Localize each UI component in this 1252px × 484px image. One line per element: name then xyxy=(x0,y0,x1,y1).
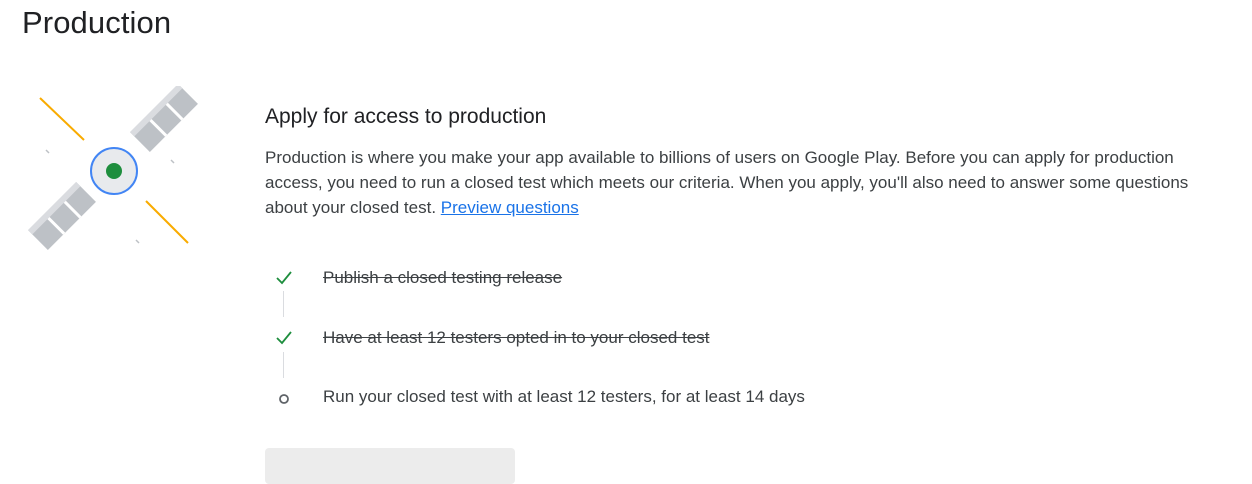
checklist-item-label: Run your closed test with at least 12 te… xyxy=(323,387,805,406)
checklist-item-label: Have at least 12 testers opted in to you… xyxy=(323,328,710,347)
section-title: Apply for access to production xyxy=(265,105,547,128)
satellite-icon xyxy=(28,84,198,250)
satellite-illustration xyxy=(22,84,202,256)
apply-button[interactable] xyxy=(265,448,515,484)
check-icon xyxy=(274,267,294,287)
circle-icon xyxy=(274,386,294,406)
checklist-item: Have at least 12 testers opted in to you… xyxy=(265,324,1165,354)
checklist-item-label: Publish a closed testing release xyxy=(323,268,563,287)
apply-section: Apply for access to production Productio… xyxy=(265,105,1225,220)
page-title: Production xyxy=(22,5,172,40)
checklist-item: Publish a closed testing release xyxy=(265,264,1165,294)
step-connector xyxy=(283,352,284,378)
requirements-checklist: Publish a closed testing release Have at… xyxy=(265,262,1165,422)
apply-description: Production is where you make your app av… xyxy=(265,145,1225,220)
check-icon xyxy=(274,327,294,347)
description-text: Production is where you make your app av… xyxy=(265,148,1189,217)
checklist-item: Run your closed test with at least 12 te… xyxy=(265,383,1165,413)
step-connector xyxy=(283,291,284,317)
preview-questions-link[interactable]: Preview questions xyxy=(441,198,579,217)
